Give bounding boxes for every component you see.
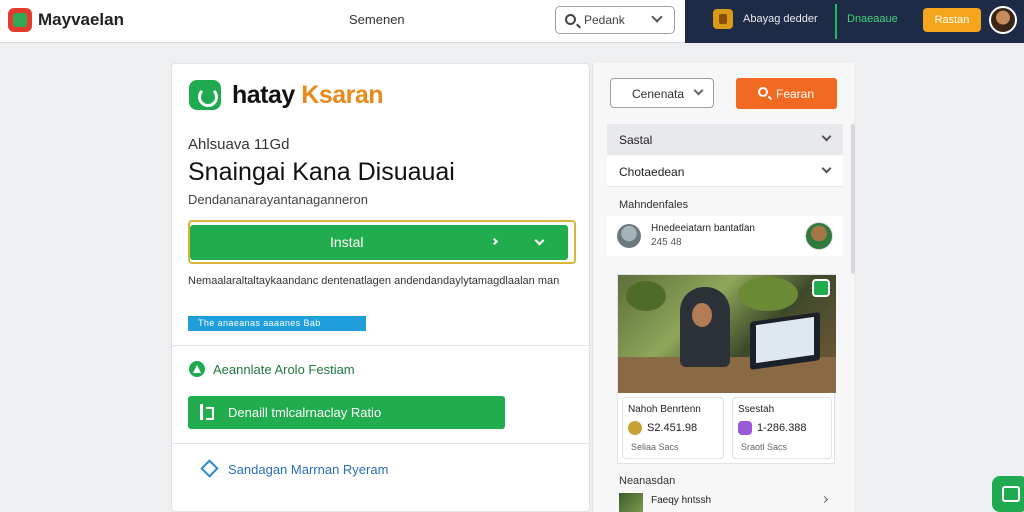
top-search-dropdown[interactable]: Pedank [555, 6, 675, 34]
accordion-label: Chotaedean [619, 165, 685, 179]
divider [172, 345, 591, 346]
recent-item-thumbnail [619, 493, 643, 512]
feature-button[interactable]: Denaill tmlcalrnaclay Ratio [188, 396, 505, 429]
member-avatar-secondary[interactable] [805, 222, 833, 250]
feature-label[interactable]: Aeannlate Arolo Festiam [213, 362, 355, 377]
app-description: Dendananarayantanaganneron [188, 192, 368, 207]
foliage [738, 277, 798, 311]
app-subtitle: Ahlsuava 11Gd [188, 136, 290, 153]
members-section-title: Mahndenfales [619, 199, 689, 211]
featured-photo-card[interactable]: Nahoh Benrtenn S2.451.98 Seliaa Sacs Sse… [617, 274, 836, 464]
chat-icon[interactable] [992, 476, 1024, 512]
install-button-label: Instal [330, 234, 364, 250]
account-panel-status[interactable]: Dnaeaaue [847, 13, 898, 25]
recent-section-title: Neanasdan [619, 475, 676, 487]
account-panel: Abayag dedder Dnaeaaue Rastan [685, 0, 1024, 43]
page-heading: Snaingai Kana Disuauai [188, 158, 455, 186]
category-select[interactable]: Cenenata [610, 78, 714, 108]
briefcase-icon[interactable] [713, 9, 733, 29]
feature-icon [189, 361, 205, 377]
stat-subtitle: Sraotl Sacs [741, 442, 788, 452]
search-button[interactable]: Fearan [736, 78, 837, 109]
panel-divider [835, 4, 837, 39]
stat-title: Ssestah [738, 404, 775, 415]
account-panel-label[interactable]: Abayag dedder [743, 13, 818, 25]
member-name: Hnedeeiatarn bantatlan [651, 223, 755, 234]
chevron-down-icon [693, 85, 704, 96]
chevron-down-icon[interactable] [534, 235, 545, 246]
diamond-icon [200, 459, 219, 478]
header-action-button[interactable]: Rastan [923, 8, 981, 32]
person-face [692, 303, 712, 327]
feature-button-label: Denaill tmlcalrnaclay Ratio [228, 405, 382, 420]
recent-item-label[interactable]: Faeqy hntssh [651, 495, 711, 506]
install-button[interactable]: Instal [190, 225, 568, 260]
stat-subtitle: Seliaa Sacs [631, 442, 679, 452]
stat-value: 1-286.388 [757, 422, 807, 434]
accordion-item-1[interactable]: Sastal [607, 124, 843, 155]
search-icon [758, 87, 768, 97]
scrollbar[interactable] [851, 124, 855, 274]
chevron-right-icon[interactable] [820, 495, 829, 504]
chevron-down-icon [821, 163, 832, 174]
member-count: 245 48 [651, 237, 682, 248]
app-title-accent: Ksaran [301, 81, 384, 109]
search-icon [565, 14, 576, 25]
app-title: hatay Ksaran [232, 81, 384, 110]
sidebar-panel: Cenenata Fearan Sastal Chotaedean Mahnde… [592, 63, 855, 512]
app-logo-icon [189, 80, 221, 110]
member-avatar [617, 224, 641, 248]
info-link[interactable]: The anaeanas aaaanes Bab [188, 316, 366, 331]
brand-logo-icon[interactable] [8, 8, 32, 32]
chevron-right-icon [490, 237, 499, 246]
featured-photo [618, 275, 836, 393]
document-icon [200, 404, 214, 420]
person-figure [680, 287, 730, 367]
stat-card-1[interactable]: Nahoh Benrtenn S2.451.98 Seliaa Sacs [622, 397, 724, 459]
nav-link-center[interactable]: Semenen [349, 12, 405, 27]
member-row[interactable]: Hnedeeiatarn bantatlan 245 48 [607, 216, 843, 256]
chevron-down-icon [651, 11, 663, 23]
stat-value: S2.451.98 [647, 422, 698, 434]
app-title-main: hatay [232, 81, 302, 109]
category-select-value: Cenenata [632, 87, 685, 101]
secondary-link[interactable]: Sandagan Marrnan Ryeram [228, 462, 388, 477]
divider [172, 443, 591, 444]
info-text: Nemaalaraltaltaykaandanc dentenatlagen a… [188, 275, 560, 287]
stat-title: Nahoh Benrtenn [628, 404, 701, 415]
foliage [626, 281, 666, 311]
app-detail-card: hatay Ksaran Ahlsuava 11Gd Snaingai Kana… [171, 63, 591, 512]
search-button-label: Fearan [776, 87, 815, 101]
brand-name[interactable]: Mayvaelan [38, 10, 124, 30]
chart-icon [738, 421, 752, 435]
verified-badge-icon [812, 279, 830, 297]
chevron-down-icon [821, 131, 832, 142]
tablet-screen [756, 316, 814, 364]
top-search-text: Pedank [584, 13, 625, 27]
coin-icon [628, 421, 642, 435]
accordion-item-2[interactable]: Chotaedean [607, 156, 843, 187]
user-avatar[interactable] [989, 6, 1017, 34]
accordion-label: Sastal [619, 133, 653, 147]
stat-card-2[interactable]: Ssestah 1-286.388 Sraotl Sacs [732, 397, 832, 459]
